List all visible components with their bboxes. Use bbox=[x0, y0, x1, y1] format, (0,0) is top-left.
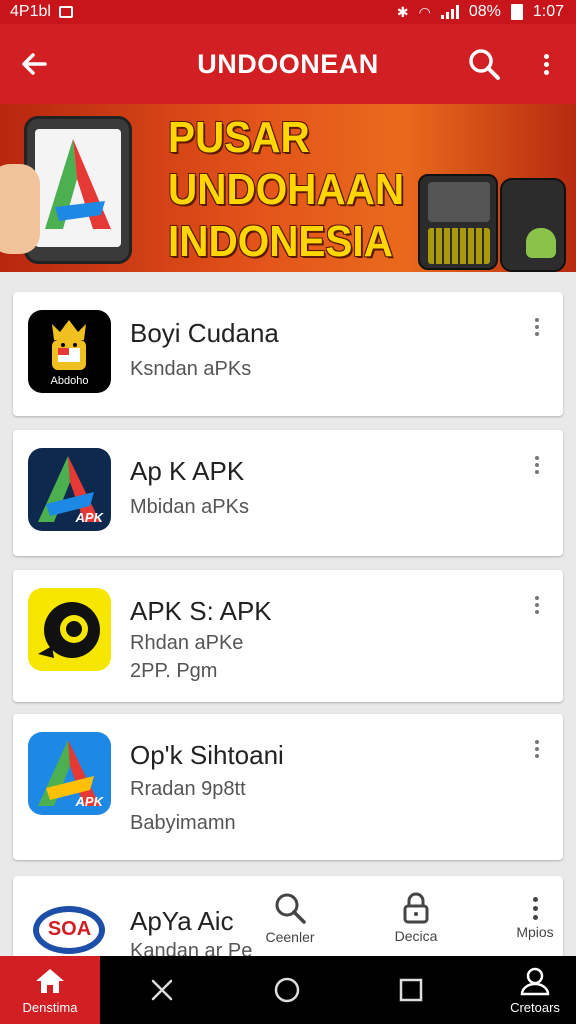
more-vert-icon bbox=[532, 896, 538, 920]
app-name: ApYa Aic bbox=[130, 906, 234, 936]
app-subtitle: Rhdan aPKe bbox=[130, 632, 244, 654]
close-x-icon bbox=[151, 979, 173, 1001]
back-arrow-icon bbox=[22, 53, 47, 75]
nav-close-button[interactable] bbox=[142, 970, 182, 1010]
camera-lens-icon bbox=[28, 588, 111, 671]
battery-icon bbox=[510, 4, 523, 20]
app-name: Boyi Cudana bbox=[130, 318, 279, 348]
card-overflow-button[interactable] bbox=[525, 456, 549, 492]
circle-home-icon bbox=[274, 977, 300, 1003]
card-overflow-button[interactable] bbox=[525, 318, 549, 354]
nav-home-circle-button[interactable] bbox=[267, 970, 307, 1010]
android-robot-illustration bbox=[526, 228, 556, 258]
account-icon bbox=[520, 967, 550, 995]
app-card[interactable]: Abdoho Boyi Cudana Ksndan aPKs bbox=[13, 292, 563, 416]
nav-home-button[interactable]: Denstima bbox=[0, 956, 100, 1024]
square-recents-icon bbox=[399, 978, 423, 1002]
more-vert-icon bbox=[535, 318, 539, 336]
nav-recents-button[interactable] bbox=[391, 970, 431, 1010]
app-subtitle-2: Babyimamn bbox=[130, 812, 236, 834]
phone-illustration bbox=[24, 116, 132, 264]
hand-illustration bbox=[0, 164, 40, 254]
tab-lock[interactable]: Decica bbox=[380, 880, 452, 956]
more-vert-icon bbox=[543, 53, 549, 75]
wifi-icon: ◠ bbox=[418, 3, 431, 20]
nav-account-label: Cretoars bbox=[510, 999, 560, 1015]
app-subtitle: Ksndan aPKs bbox=[130, 358, 252, 380]
tab-more[interactable]: Mpios bbox=[500, 880, 570, 956]
notification-icon bbox=[58, 6, 73, 18]
status-time: 1:07 bbox=[532, 3, 564, 20]
search-icon bbox=[275, 893, 306, 924]
navigation-bar: Denstima Cretoars bbox=[0, 956, 576, 1024]
app-bar: UNDOONEAN bbox=[0, 24, 576, 104]
tab-search[interactable]: Ceenler bbox=[252, 880, 328, 956]
app-icon-text: APK bbox=[75, 794, 103, 809]
app-card[interactable]: APK S: APK Rhdan aPKe 2PP. Pgm bbox=[13, 570, 563, 702]
app-name: APK S: APK bbox=[130, 596, 272, 626]
tab-label: Decica bbox=[394, 928, 438, 944]
app-subtitle-2: 2PP. Pgm bbox=[130, 660, 218, 682]
app-icon-text: SOA bbox=[47, 918, 92, 940]
nav-home-label: Denstima bbox=[22, 999, 78, 1015]
tab-label: Ceenler bbox=[265, 929, 315, 945]
card-overflow-button[interactable] bbox=[525, 740, 549, 776]
tab-label: Mpios bbox=[516, 923, 554, 940]
more-vert-icon bbox=[535, 596, 539, 614]
app-icon-text: Abdoho bbox=[50, 375, 89, 387]
card-overflow-button[interactable] bbox=[525, 596, 549, 632]
status-bar: 4P1bl ✱ ◠ 08% 1:07 bbox=[0, 0, 576, 24]
search-icon bbox=[469, 49, 500, 80]
battery-percent: 08% bbox=[468, 3, 501, 20]
status-left-text: 4P1bl bbox=[10, 3, 51, 20]
app-icon-text: APK bbox=[75, 510, 103, 525]
promo-banner[interactable]: PUSAR UNDOHAAN INDONESIA bbox=[0, 104, 576, 272]
lock-icon bbox=[403, 892, 429, 924]
more-vert-icon bbox=[535, 740, 539, 758]
app-name: Op'k Sihtoani bbox=[130, 740, 284, 770]
app-subtitle: Mbidan aPKs bbox=[130, 496, 249, 518]
apk-a-logo-icon: APK bbox=[28, 448, 111, 531]
signal-icon bbox=[440, 5, 459, 19]
app-card[interactable]: APK Ap K APK Mbidan aPKs bbox=[13, 430, 563, 556]
search-button[interactable] bbox=[462, 42, 506, 86]
overflow-menu-button[interactable] bbox=[530, 42, 562, 86]
app-name: Ap K APK bbox=[130, 456, 245, 486]
more-vert-icon bbox=[535, 456, 539, 474]
nav-account-button[interactable]: Cretoars bbox=[494, 956, 576, 1024]
apk-a-logo-blue-icon: APK bbox=[28, 732, 111, 815]
apk-logo-illustration bbox=[45, 139, 111, 229]
bluetooth-icon: ✱ bbox=[396, 3, 409, 20]
app-card[interactable]: APK Op'k Sihtoani Rradan 9p8tt Babyimamn bbox=[13, 714, 563, 860]
android-king-icon: Abdoho bbox=[28, 310, 111, 393]
app-subtitle: Rradan 9p8tt bbox=[130, 778, 246, 800]
keyboard-phone-illustration bbox=[418, 174, 498, 270]
back-button[interactable] bbox=[14, 44, 54, 84]
home-icon bbox=[36, 968, 64, 993]
